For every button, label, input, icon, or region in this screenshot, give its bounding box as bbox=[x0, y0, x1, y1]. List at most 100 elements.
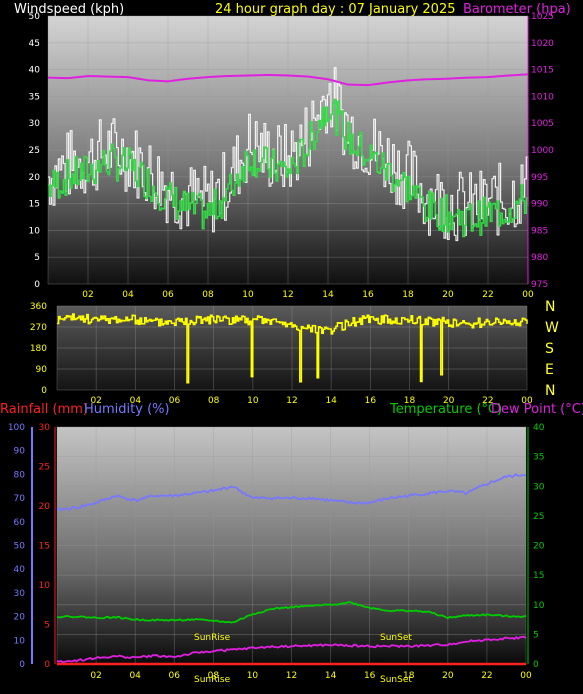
y-tick-label: 270 bbox=[30, 323, 47, 333]
y-tick-label: 0 bbox=[41, 386, 47, 396]
y-tick-label: 1020 bbox=[531, 39, 554, 49]
y-tick-label: 5 bbox=[34, 253, 40, 263]
y-tick-label: 40 bbox=[29, 66, 41, 76]
y-tick-label: 10 bbox=[29, 226, 41, 236]
hour-tick-label: 00 bbox=[522, 290, 534, 300]
y-tick-label: 20 bbox=[533, 542, 545, 552]
y-tick-label: 40 bbox=[533, 423, 545, 433]
hour-tick-label: 08 bbox=[202, 290, 214, 300]
hour-tick-label: 14 bbox=[325, 671, 337, 681]
hour-tick-label: 00 bbox=[520, 671, 532, 681]
chart-title: 24 hour graph day : 07 January 2025 bbox=[215, 2, 456, 17]
y-tick-label: 25 bbox=[39, 463, 50, 473]
hour-tick-label: 12 bbox=[282, 290, 293, 300]
compass-label: N bbox=[545, 299, 555, 315]
y-tick-label: 70 bbox=[14, 494, 26, 504]
hour-tick-label: 12 bbox=[286, 396, 297, 406]
sunset-marker: SunSet bbox=[380, 633, 412, 643]
y-tick-label: 25 bbox=[533, 512, 544, 522]
humidity-axis-label: Humidity (%) bbox=[84, 402, 170, 417]
compass-label: S bbox=[545, 341, 554, 357]
y-tick-label: 90 bbox=[14, 447, 26, 457]
compass-label: N bbox=[545, 383, 555, 399]
y-tick-label: 40 bbox=[14, 565, 26, 575]
y-tick-label: 180 bbox=[30, 344, 47, 354]
y-tick-label: 50 bbox=[29, 12, 41, 22]
hour-tick-label: 22 bbox=[481, 671, 492, 681]
y-tick-label: 985 bbox=[531, 226, 548, 236]
y-tick-label: 35 bbox=[533, 453, 544, 463]
y-tick-label: 20 bbox=[39, 502, 51, 512]
y-tick-label: 80 bbox=[14, 470, 26, 480]
y-tick-label: 1025 bbox=[531, 12, 554, 22]
y-tick-label: 20 bbox=[29, 173, 41, 183]
y-tick-label: 995 bbox=[531, 173, 548, 183]
hour-tick-label: 14 bbox=[325, 396, 337, 406]
temp-hour-tick-labels: 02 04 06 08 10 12 14 16 18 20 22 00 bbox=[90, 671, 532, 681]
y-tick-label: 15 bbox=[533, 571, 544, 581]
y-tick-label: 15 bbox=[39, 542, 50, 552]
sunset-bottom-label: SunSet bbox=[380, 675, 412, 685]
hour-tick-label: 12 bbox=[286, 671, 297, 681]
rainfall-axis-label: Rainfall (mm) bbox=[0, 402, 88, 417]
dewpoint-axis-label: Dew Point (°C) bbox=[491, 402, 583, 417]
y-tick-label: 10 bbox=[14, 636, 26, 646]
y-tick-label: 30 bbox=[533, 482, 545, 492]
y-tick-label: 5 bbox=[44, 621, 50, 631]
y-tick-label: 5 bbox=[533, 630, 539, 640]
y-tick-label: 0 bbox=[44, 660, 50, 670]
hour-tick-label: 16 bbox=[365, 396, 377, 406]
barometer-axis-label: Barometer (hpa) bbox=[463, 2, 571, 17]
y-tick-label: 0 bbox=[19, 660, 25, 670]
y-tick-label: 990 bbox=[531, 200, 548, 210]
y-tick-label: 90 bbox=[36, 365, 48, 375]
temperature-axis-label: Temperature (°C) bbox=[389, 402, 502, 417]
hour-tick-label: 04 bbox=[122, 290, 134, 300]
hour-tick-label: 10 bbox=[247, 671, 259, 681]
y-tick-label: 100 bbox=[8, 423, 25, 433]
y-tick-label: 975 bbox=[531, 280, 548, 290]
compass-label: E bbox=[545, 362, 554, 378]
hour-tick-label: 02 bbox=[90, 671, 101, 681]
y-tick-label: 1010 bbox=[531, 92, 554, 102]
y-tick-label: 35 bbox=[29, 92, 40, 102]
hour-tick-label: 06 bbox=[162, 290, 174, 300]
hour-tick-label: 10 bbox=[247, 396, 259, 406]
hour-tick-label: 02 bbox=[82, 290, 93, 300]
compass-labels: NWSEN bbox=[545, 299, 559, 399]
hour-tick-label: 22 bbox=[482, 290, 493, 300]
humidity-axis-bar bbox=[31, 427, 33, 664]
hour-tick-label: 20 bbox=[442, 671, 454, 681]
y-tick-label: 15 bbox=[29, 200, 40, 210]
hour-tick-label: 06 bbox=[169, 671, 181, 681]
y-tick-label: 50 bbox=[14, 542, 26, 552]
hour-tick-label: 16 bbox=[362, 290, 374, 300]
y-tick-label: 30 bbox=[29, 119, 41, 129]
y-tick-label: 10 bbox=[39, 581, 51, 591]
y-tick-label: 1015 bbox=[531, 66, 554, 76]
y-tick-label: 1000 bbox=[531, 146, 554, 156]
compass-label: W bbox=[545, 320, 559, 336]
direction-tick-labels: 0 90 180 270 360 bbox=[30, 302, 47, 396]
hour-tick-label: 08 bbox=[208, 396, 220, 406]
wind-hour-tick-labels: 02 04 06 08 10 12 14 16 18 20 22 00 bbox=[82, 290, 534, 300]
humidity-tick-labels: 0 10 20 30 40 50 60 70 80 90 100 bbox=[8, 423, 25, 670]
barometer-tick-labels: 975 980 985 990 995 1000 1005 1010 1015 1020 1025 bbox=[531, 12, 554, 290]
y-tick-label: 0 bbox=[34, 280, 40, 290]
hour-tick-label: 06 bbox=[169, 396, 181, 406]
windspeed-tick-labels: 0 5 10 15 20 25 30 35 40 45 50 bbox=[29, 12, 41, 290]
y-tick-label: 45 bbox=[29, 39, 40, 49]
y-tick-label: 1005 bbox=[531, 119, 554, 129]
rainfall-tick-labels: 0 5 10 15 20 25 30 bbox=[39, 423, 51, 670]
y-tick-label: 30 bbox=[14, 589, 26, 599]
y-tick-label: 20 bbox=[14, 613, 26, 623]
hour-tick-label: 10 bbox=[242, 290, 254, 300]
sunrise-marker: SunRise bbox=[194, 633, 231, 643]
temperature-tick-labels: 0 5 10 15 20 25 30 35 40 bbox=[533, 423, 545, 670]
hour-tick-label: 14 bbox=[322, 290, 334, 300]
y-tick-label: 0 bbox=[533, 660, 539, 670]
hour-tick-label: 18 bbox=[402, 290, 414, 300]
y-tick-label: 980 bbox=[531, 253, 548, 263]
y-tick-label: 30 bbox=[39, 423, 51, 433]
y-tick-label: 360 bbox=[30, 302, 47, 312]
